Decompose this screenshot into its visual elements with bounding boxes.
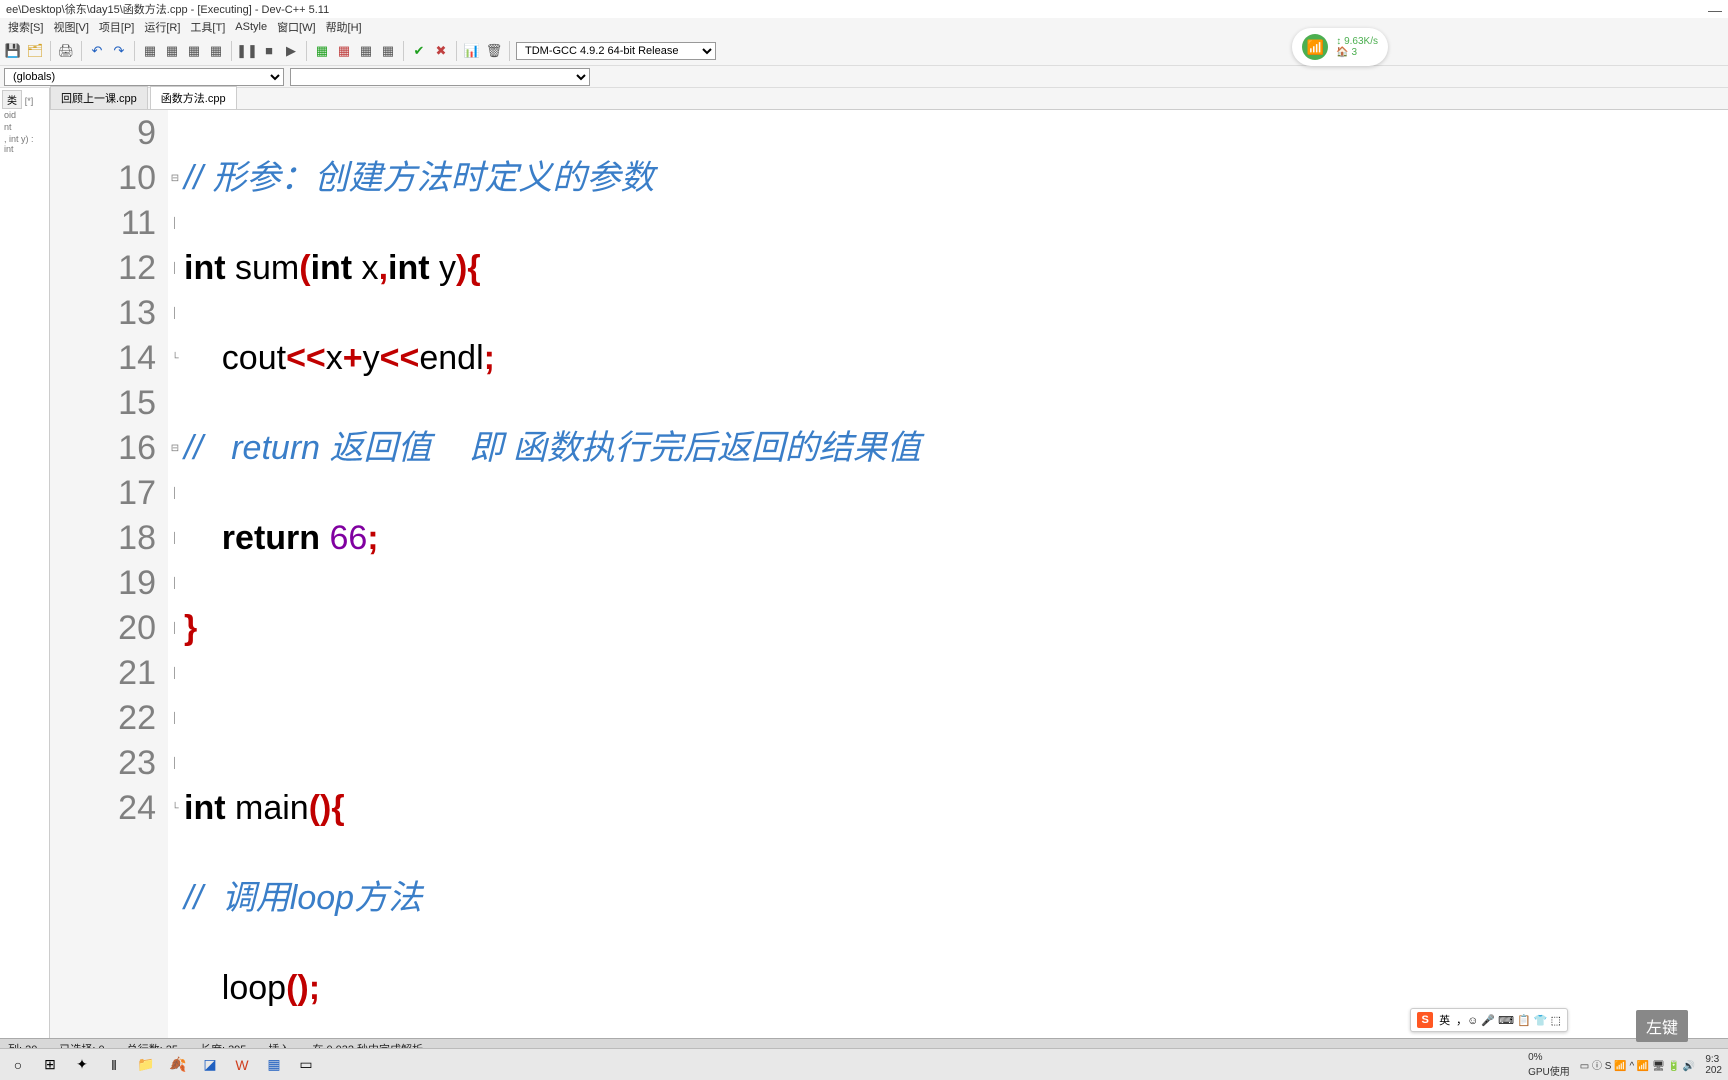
line-gutter: 9101112131415161718192021222324 [50,110,168,1038]
separator [403,41,404,61]
check-icon[interactable]: ✔ [410,42,428,60]
tab-previous-lesson[interactable]: 回顾上一课.cpp [50,86,148,109]
minimize-button[interactable]: — [1708,2,1722,18]
fold-column[interactable]: ⊟│││└⊟│││││││└ [168,110,182,1038]
scope-select[interactable] [290,68,590,86]
compile-icon[interactable]: ▦ [141,42,159,60]
stop-icon[interactable]: ■ [260,42,278,60]
compilerun-icon[interactable]: ▦ [185,42,203,60]
task-view-icon[interactable]: ⊞ [38,1053,62,1077]
menu-run[interactable]: 运行[R] [144,19,180,35]
sidebar-item[interactable]: , int y) : int [2,133,47,155]
separator [306,41,307,61]
menu-bar: 搜索[S] 视图[V] 项目[P] 运行[R] 工具[T] AStyle 窗口[… [0,18,1728,36]
menu-window[interactable]: 窗口[W] [277,19,316,35]
step-icon[interactable]: ▶ [282,42,300,60]
menu-tools[interactable]: 工具[T] [190,19,225,35]
window-icon[interactable]: ▭ [294,1053,318,1077]
app-icon[interactable]: ✦ [70,1053,94,1077]
separator [509,41,510,61]
menu-project[interactable]: 项目[P] [99,19,134,35]
tray-icons[interactable]: ▭ ⓘ S 📶 ^ 📶 🖥 🔋 🔊 [1580,1057,1696,1072]
devcpp-icon[interactable]: ▦ [262,1053,286,1077]
grid3-icon[interactable]: ▦ [357,42,375,60]
menu-help[interactable]: 帮助[H] [326,19,362,35]
mouse-left-key-indicator: 左键 [1636,1010,1688,1042]
save-icon[interactable]: 💾 [4,42,22,60]
separator [81,41,82,61]
system-tray[interactable]: 0%GPU使用 ▭ ⓘ S 📶 ^ 📶 🖥 🔋 🔊 9:3202 [1528,1052,1722,1078]
explorer-icon[interactable]: 📁 [134,1053,158,1077]
grid2-icon[interactable]: ▦ [335,42,353,60]
class-browser-sidebar: 类 [*] oid nt , int y) : int [0,88,50,1038]
sidebar-tab-class[interactable]: 类 [2,90,22,109]
ime-s-icon[interactable]: S [1417,1012,1433,1028]
ime-icons[interactable]: ，☺ 🎤 ⌨ 📋 👕 ⬚ [1456,1012,1561,1028]
code-content[interactable]: // 形参：创建方法时定义的参数 int sum(int x,int y){ c… [182,110,1728,1038]
grid1-icon[interactable]: ▦ [313,42,331,60]
globals-select[interactable]: (globals) [4,68,284,86]
editor-tabs: 回顾上一课.cpp 函数方法.cpp [50,88,1728,110]
redo-icon[interactable]: ↷ [110,42,128,60]
separator [231,41,232,61]
wifi-badge[interactable]: 📶 ↕ 9.63K/s 🏠 3 [1292,28,1388,66]
code-editor[interactable]: 9101112131415161718192021222324 ⊟│││└⊟││… [50,110,1728,1038]
saveall-icon[interactable]: 🗂 [26,42,44,60]
app-icon[interactable]: 🍂 [166,1053,190,1077]
wifi-speed: 9.63K/s [1344,36,1378,47]
window-title: ee\Desktop\徐东\day15\函数方法.cpp - [Executin… [6,1,329,17]
wps-icon[interactable]: W [230,1053,254,1077]
main-toolbar: 💾 🗂 🖨 ↶ ↷ ▦ ▦ ▦ ▦ ❚❚ ■ ▶ ▦ ▦ ▦ ▦ ✔ ✖ 📊 🗑… [0,36,1728,66]
ime-lang[interactable]: 英 [1439,1012,1450,1028]
compiler-select[interactable]: TDM-GCC 4.9.2 64-bit Release [516,42,716,60]
taskbar[interactable]: ○ ⊞ ✦ ‖ 📁 🍂 ◪ W ▦ ▭ 0%GPU使用 ▭ ⓘ S 📶 ^ 📶 … [0,1048,1728,1080]
sidebar-item[interactable]: oid [2,109,47,121]
sidebar-btn[interactable]: [*] [25,96,34,106]
wifi-icon: 📶 [1302,34,1328,60]
debug-icon[interactable]: ❚❚ [238,42,256,60]
x-icon[interactable]: ✖ [432,42,450,60]
run-icon1[interactable]: ▦ [163,42,181,60]
start-icon[interactable]: ○ [6,1053,30,1077]
profile-icon[interactable]: 📊 [463,42,481,60]
menu-search[interactable]: 搜索[S] [8,19,43,35]
tray-clock[interactable]: 9:3202 [1705,1054,1722,1076]
secondary-toolbar: (globals) [0,66,1728,88]
undo-icon[interactable]: ↶ [88,42,106,60]
menu-view[interactable]: 视图[V] [53,19,88,35]
wifi-count: 3 [1352,47,1358,58]
separator-icon: ‖ [102,1053,126,1077]
ime-toolbar[interactable]: S 英 ，☺ 🎤 ⌨ 📋 👕 ⬚ [1410,1008,1568,1032]
separator [134,41,135,61]
title-bar: ee\Desktop\徐东\day15\函数方法.cpp - [Executin… [0,0,1728,18]
sidebar-item[interactable]: nt [2,121,47,133]
tray-gpu[interactable]: 0%GPU使用 [1528,1052,1570,1078]
print-icon[interactable]: 🖨 [57,42,75,60]
separator [456,41,457,61]
grid4-icon[interactable]: ▦ [379,42,397,60]
trash-icon[interactable]: 🗑 [485,42,503,60]
tab-function-method[interactable]: 函数方法.cpp [150,86,237,109]
menu-astyle[interactable]: AStyle [235,21,267,33]
separator [50,41,51,61]
rebuild-icon[interactable]: ▦ [207,42,225,60]
app-icon[interactable]: ◪ [198,1053,222,1077]
